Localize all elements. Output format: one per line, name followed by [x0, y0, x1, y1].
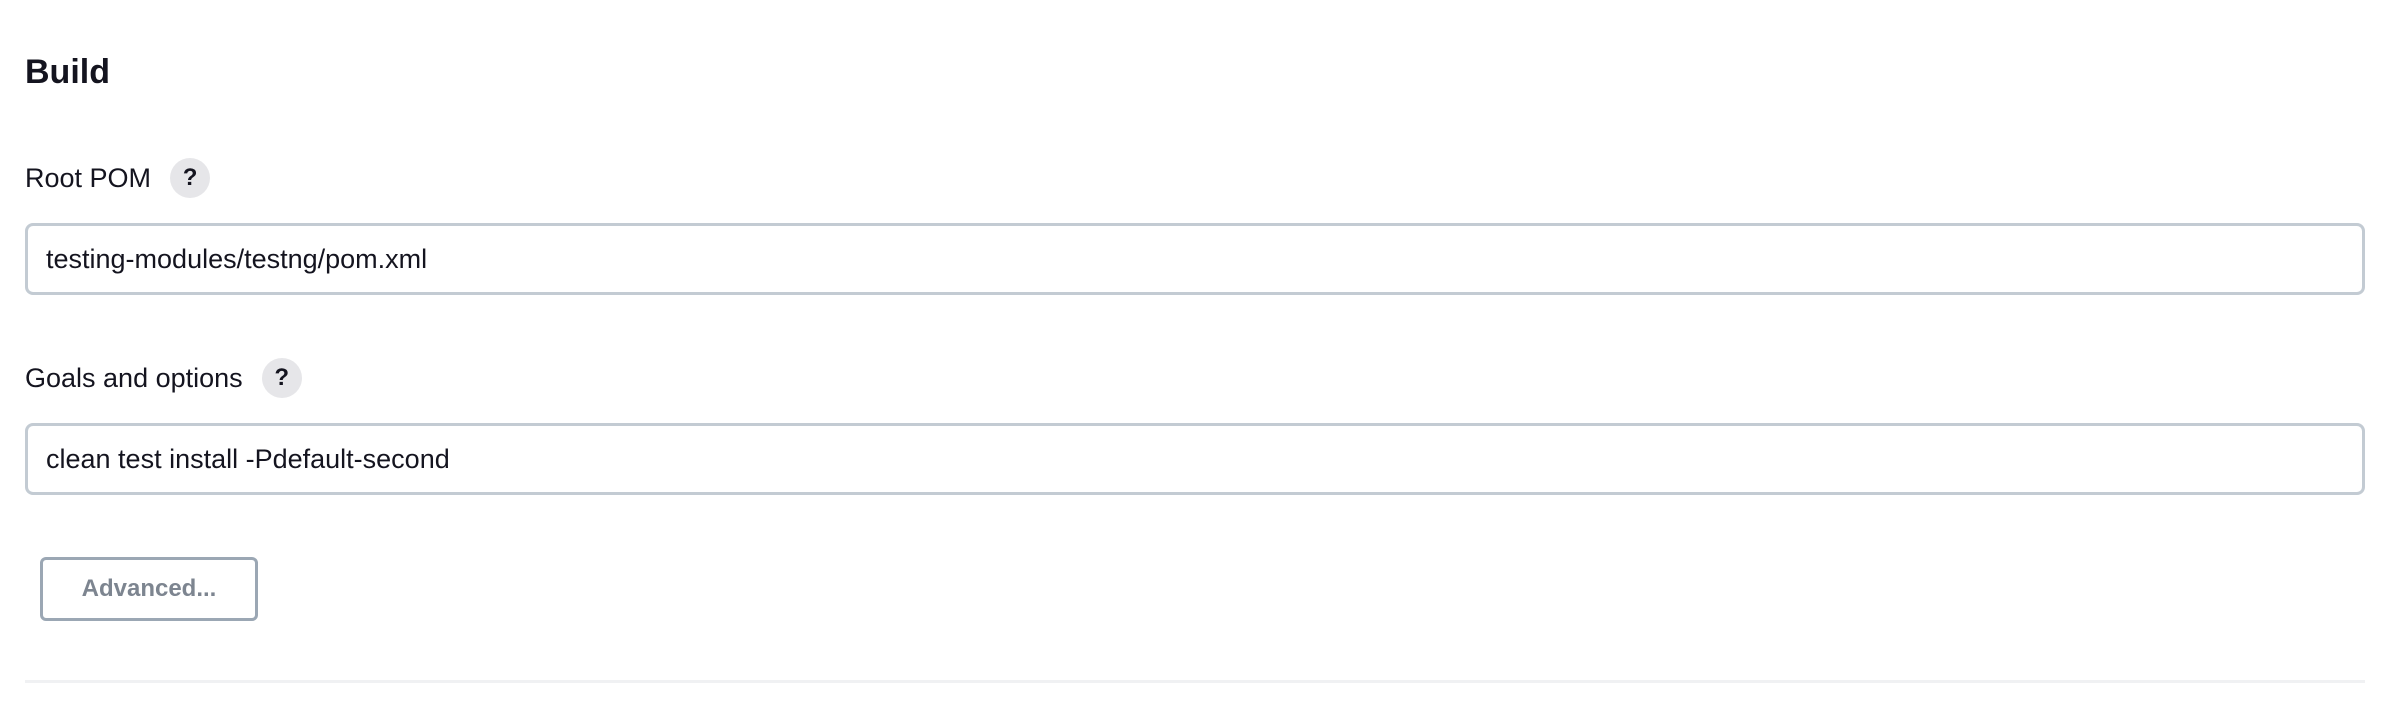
root-pom-help-icon[interactable]: ?	[170, 158, 211, 198]
build-section: Build Root POM ? Goals and options ? Adv…	[25, 0, 2365, 726]
advanced-button[interactable]: Advanced...	[40, 557, 258, 621]
root-pom-label-row: Root POM ?	[25, 156, 211, 200]
root-pom-input[interactable]	[25, 223, 2365, 295]
goals-label-row: Goals and options ?	[25, 356, 302, 400]
root-pom-label: Root POM	[25, 163, 152, 193]
goals-and-options-label: Goals and options	[25, 363, 243, 393]
goals-and-options-input[interactable]	[25, 423, 2365, 495]
section-divider	[25, 680, 2365, 683]
goals-help-icon[interactable]: ?	[261, 358, 302, 398]
section-title: Build	[25, 53, 110, 91]
